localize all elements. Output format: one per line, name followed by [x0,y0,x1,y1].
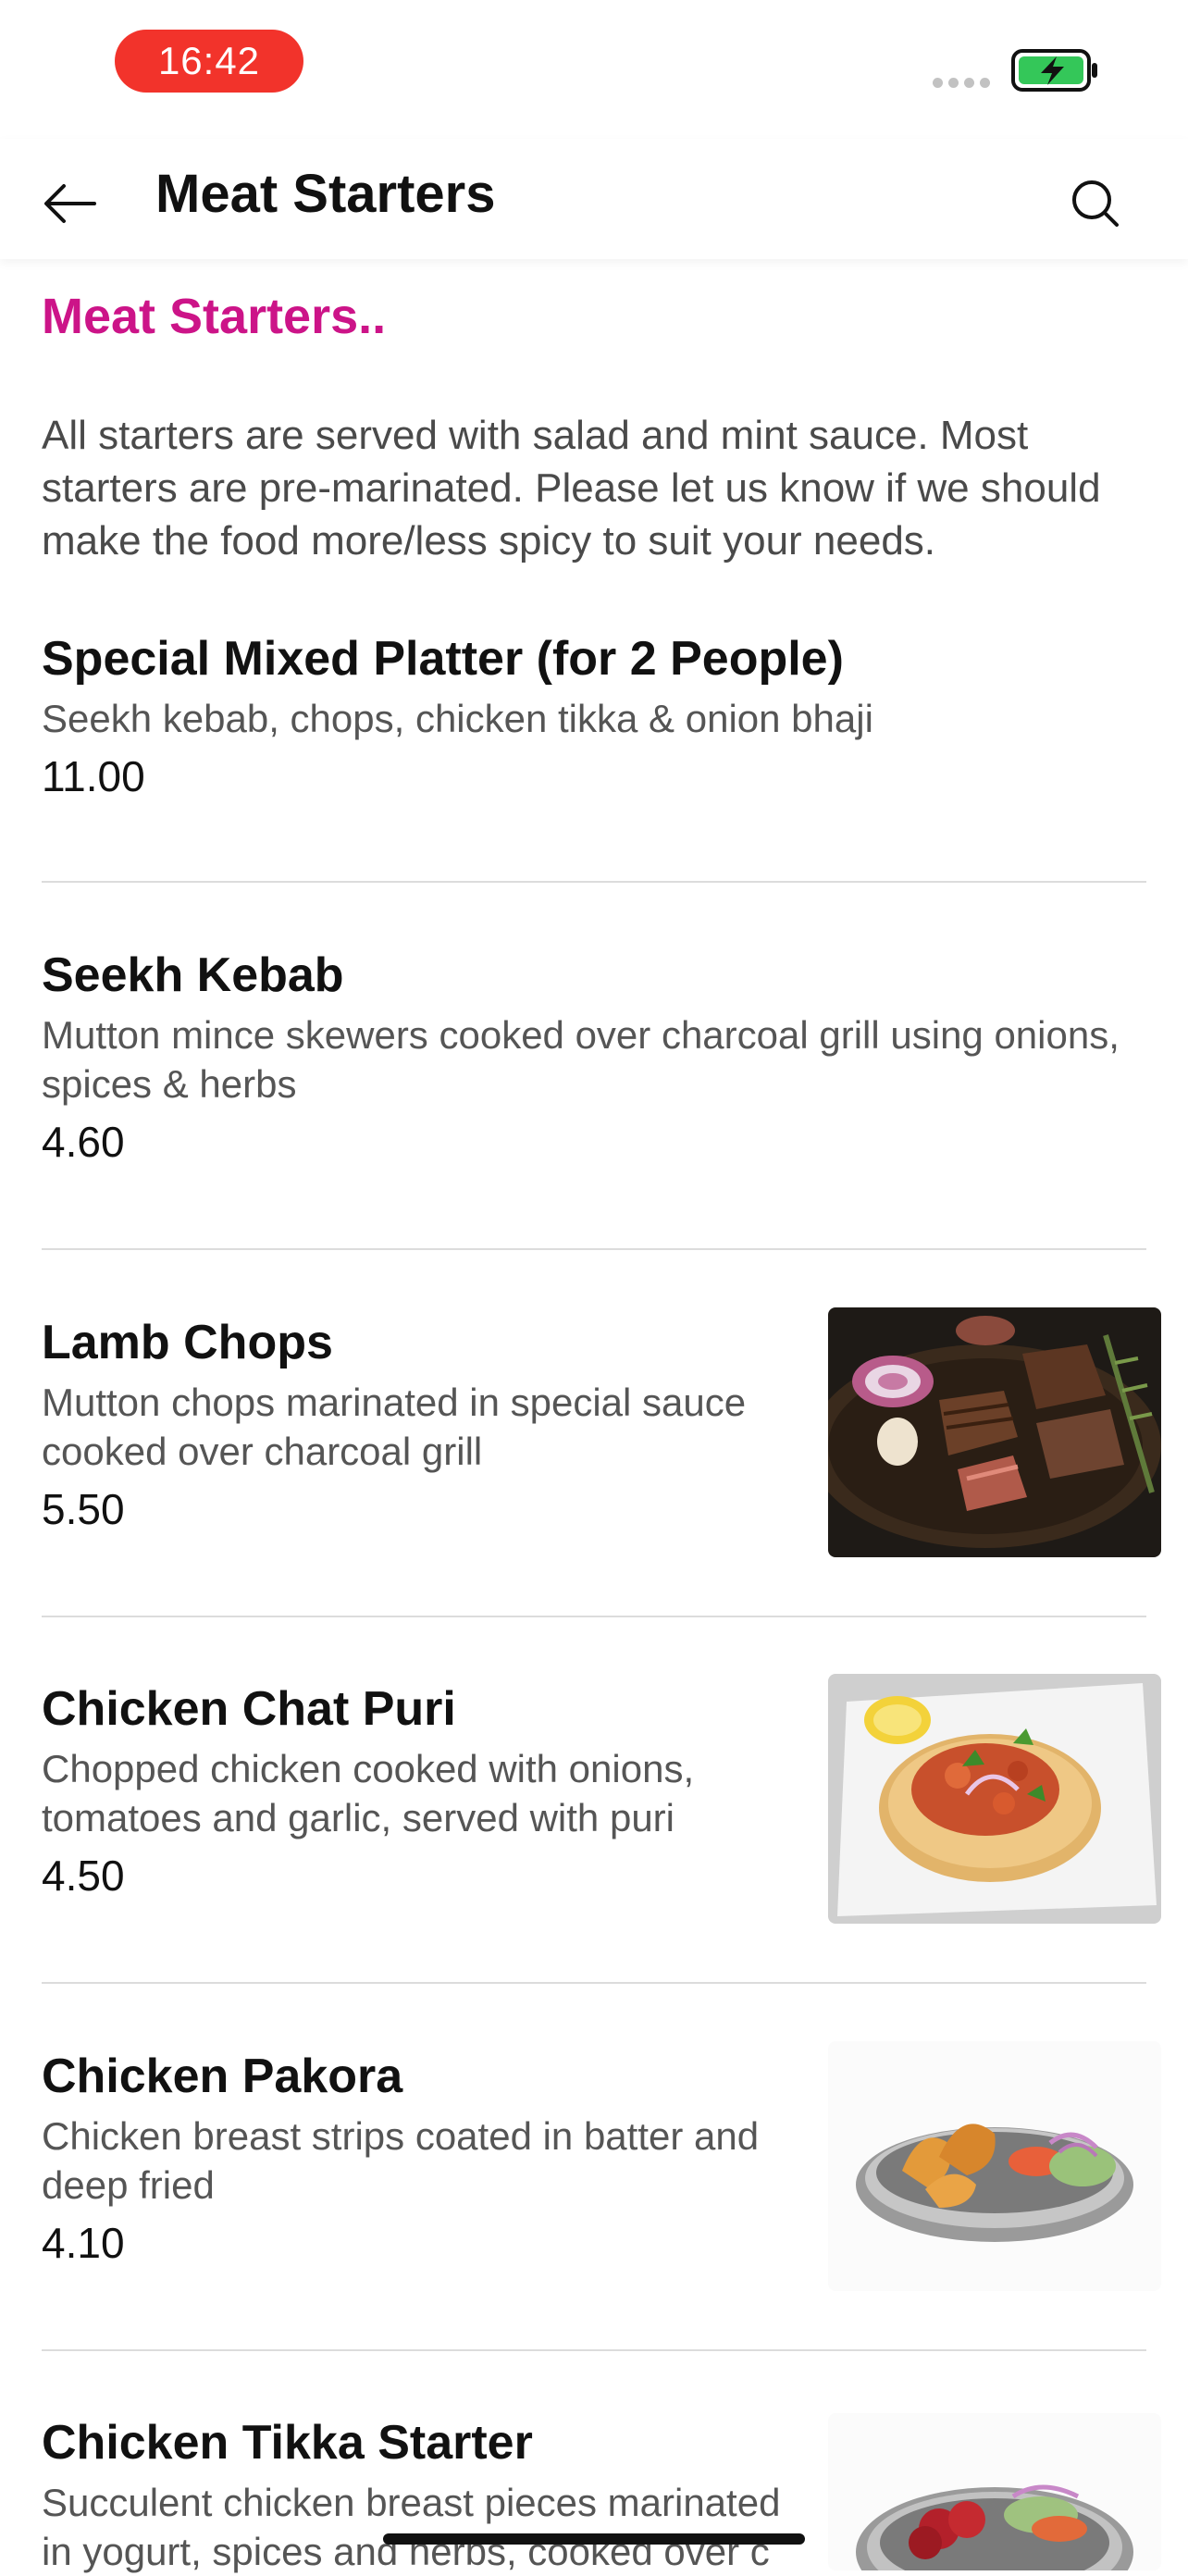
item-name: Seekh Kebab [42,948,344,1002]
item-price: 4.60 [42,1118,125,1166]
item-price: 4.50 [42,1852,125,1900]
back-button[interactable] [33,167,107,241]
item-name: Chicken Tikka Starter [42,2416,533,2470]
item-description: Mutton mince skewers cooked over charcoa… [42,1013,1120,1106]
item-description: Succulent chicken breast pieces marinate… [42,2481,781,2573]
item-description: Chicken breast strips coated in batter a… [42,2114,760,2207]
menu-item[interactable]: Lamb Chops Mutton chops marinated in spe… [42,1307,1161,1557]
arrow-left-icon [44,184,96,223]
item-name: Lamb Chops [42,1316,333,1369]
section-description: All starters are served with salad and m… [42,413,1101,564]
divider [42,881,1146,883]
menu-item[interactable]: Chicken Chat Puri Chopped chicken cooked… [42,1674,1161,1924]
page-title: Meat Starters [155,164,496,224]
chicken-tikka-photo[interactable] [828,2413,1161,2570]
search-icon [1072,180,1119,227]
status-bar: 16:42 [0,0,1188,139]
item-price: 4.10 [42,2219,125,2267]
item-price: 5.50 [42,1485,125,1533]
menu-item[interactable]: Special Mixed Platter (for 2 People) See… [42,629,1146,802]
item-description: Seekh kebab, chops, chicken tikka & onio… [42,697,873,740]
battery-charging-icon [1011,49,1097,92]
menu-item[interactable]: Chicken Tikka Starter Succulent chicken … [42,2413,1161,2576]
divider [42,1982,1146,1984]
divider [42,1248,1146,1250]
chicken-chat-puri-photo[interactable] [828,1674,1161,1924]
item-description: Mutton chops marinated in special sauce … [42,1381,747,1473]
lamb-chops-photo[interactable] [828,1307,1161,1557]
home-indicator[interactable] [383,2533,805,2545]
section-heading: Meat Starters.. [42,289,387,344]
item-name: Chicken Pakora [42,2050,403,2103]
divider [42,2349,1146,2351]
item-price: 11.00 [42,752,145,800]
search-button[interactable] [1058,167,1132,241]
menu-item[interactable]: Chicken Pakora Chicken breast strips coa… [42,2041,1161,2291]
divider [42,1616,1146,1617]
signal-icon [933,78,990,88]
menu-item[interactable]: Seekh Kebab Mutton mince skewers cooked … [42,946,1146,1168]
item-name: Chicken Chat Puri [42,1682,456,1736]
chicken-pakora-photo[interactable] [828,2041,1161,2291]
status-time: 16:42 [115,30,303,93]
item-description: Chopped chicken cooked with onions, toma… [42,1747,695,1839]
item-name: Special Mixed Platter (for 2 People) [42,632,844,686]
top-nav-bar: Meat Starters [0,139,1188,259]
